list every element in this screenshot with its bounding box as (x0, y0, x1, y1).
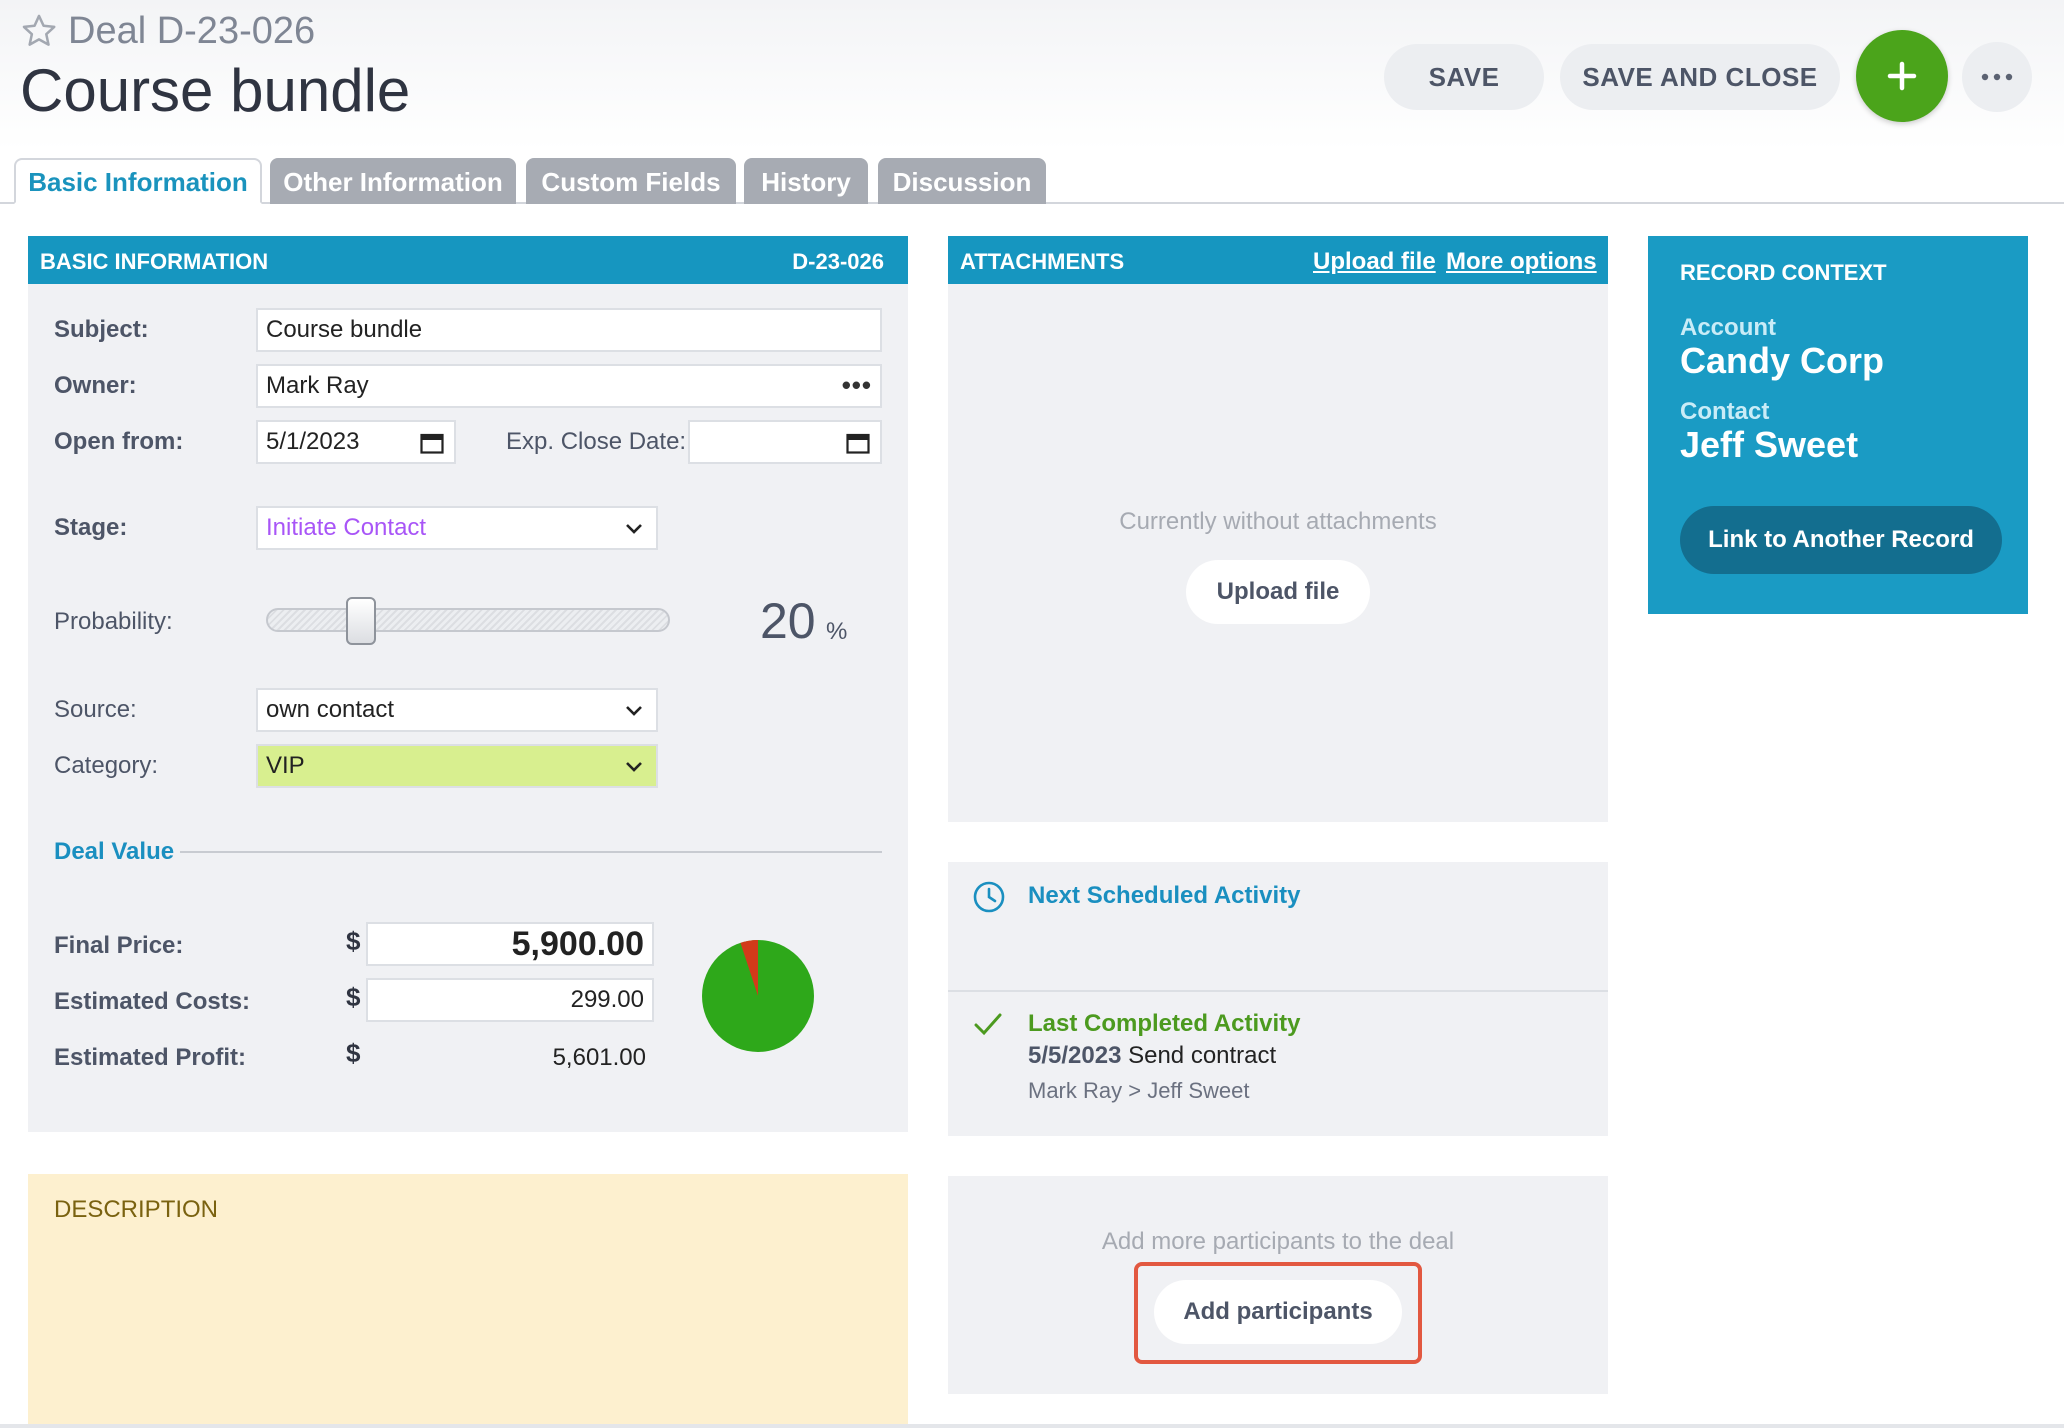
open-from-date-input[interactable]: 5/1/2023 (256, 420, 456, 464)
basic-information-header: BASIC INFORMATION D-23-026 (28, 236, 908, 284)
upload-file-button[interactable]: Upload file (1186, 560, 1370, 624)
panel-title: BASIC INFORMATION (40, 249, 269, 274)
attachments-header: ATTACHMENTS Upload file More options (948, 236, 1608, 284)
tab-basic-information[interactable]: Basic Information (14, 158, 262, 204)
probability-slider-handle[interactable] (345, 597, 376, 645)
add-button[interactable] (1856, 30, 1948, 122)
section-divider (180, 851, 882, 853)
description-heading: DESCRIPTION (54, 1196, 219, 1223)
chevron-down-icon (626, 706, 642, 716)
deal-value-heading: Deal Value (54, 838, 175, 865)
plus-icon (1887, 61, 1917, 91)
save-button[interactable]: SAVE (1384, 44, 1544, 110)
description-panel[interactable]: DESCRIPTION (28, 1174, 908, 1428)
save-and-close-button[interactable]: SAVE AND CLOSE (1560, 44, 1840, 110)
more-options-link[interactable]: More options (1446, 248, 1597, 276)
subject-input[interactable]: Course bundle (256, 308, 882, 352)
subject-label: Subject: (54, 316, 149, 343)
tab-custom-fields[interactable]: Custom Fields (526, 158, 736, 204)
probability-label: Probability: (54, 608, 173, 635)
upload-file-link[interactable]: Upload file (1313, 248, 1436, 276)
owner-value: Mark Ray (266, 372, 369, 399)
source-value: own contact (266, 696, 395, 723)
attachments-title: ATTACHMENTS (960, 249, 1125, 274)
last-activity-line[interactable]: 5/5/2023 Send contract (1028, 1042, 1276, 1070)
estimated-costs-input[interactable]: 299.00 (366, 978, 654, 1022)
stage-value: Initiate Contact (266, 514, 427, 541)
final-price-input[interactable]: 5,900.00 (366, 922, 654, 966)
checkmark-icon (974, 1013, 1002, 1036)
last-activity-date: 5/5/2023 (1028, 1042, 1122, 1069)
more-actions-button[interactable] (1962, 42, 2032, 112)
category-value: VIP (266, 752, 305, 779)
bottom-border (0, 1424, 2064, 1428)
deal-number: Deal D-23-026 (68, 10, 316, 52)
profit-pie-chart (702, 940, 814, 1052)
owner-picker-icon[interactable]: ••• (842, 366, 872, 404)
last-activity-subject: Send contract (1128, 1042, 1277, 1069)
star-icon[interactable] (20, 12, 58, 50)
open-from-label: Open from: (54, 428, 184, 455)
account-link[interactable]: Candy Corp (1680, 340, 1884, 382)
calendar-icon[interactable] (846, 432, 870, 454)
add-participants-hint: Add more participants to the deal (1101, 1228, 1455, 1255)
final-price-label: Final Price: (54, 932, 184, 959)
tab-other-information[interactable]: Other Information (270, 158, 516, 204)
link-to-another-record-button[interactable]: Link to Another Record (1680, 506, 2002, 574)
contact-link[interactable]: Jeff Sweet (1680, 424, 1858, 466)
probability-value: 20 (760, 593, 816, 649)
estimated-costs-label: Estimated Costs: (54, 988, 251, 1015)
exp-close-date-label: Exp. Close Date: (506, 428, 687, 455)
category-select[interactable]: VIP (256, 744, 658, 788)
stage-label: Stage: (54, 514, 128, 541)
record-id: D-23-026 (792, 249, 884, 274)
tab-history[interactable]: History (744, 158, 868, 204)
page-title: Course bundle (20, 57, 411, 124)
next-scheduled-activity-heading[interactable]: Next Scheduled Activity (1028, 882, 1301, 910)
chevron-down-icon (626, 762, 642, 772)
final-price-value: 5,900.00 (511, 925, 644, 963)
deal-record-page: Deal D-23-026 Course bundle SAVE SAVE AN… (0, 0, 2064, 1428)
activity-divider (948, 990, 1608, 992)
highlight-outline (1134, 1262, 1422, 1364)
estimated-profit-label: Estimated Profit: (54, 1044, 247, 1071)
owner-label: Owner: (54, 372, 137, 399)
chevron-down-icon (626, 524, 642, 534)
clock-icon (973, 881, 1005, 913)
stage-select[interactable]: Initiate Contact (256, 506, 658, 550)
calendar-icon[interactable] (420, 432, 444, 454)
subject-value: Course bundle (266, 316, 423, 343)
estimated-costs-value: 299.00 (570, 986, 644, 1013)
estimated-profit-value: 5,601.00 (552, 1044, 646, 1071)
currency-symbol: $ (346, 1038, 361, 1068)
account-label: Account (1680, 314, 1776, 341)
open-from-value: 5/1/2023 (266, 428, 360, 455)
contact-label: Contact (1680, 398, 1770, 425)
probability-unit: % (826, 618, 848, 645)
attachments-panel: ATTACHMENTS Upload file More options Cur… (948, 236, 1608, 822)
owner-input[interactable]: Mark Ray ••• (256, 364, 882, 408)
currency-symbol: $ (346, 982, 361, 1012)
source-select[interactable]: own contact (256, 688, 658, 732)
ellipsis-icon (1981, 73, 2013, 81)
category-label: Category: (54, 752, 159, 779)
activities-panel: Next Scheduled Activity Last Completed A… (948, 862, 1608, 1136)
no-attachments-text: Currently without attachments (1119, 508, 1437, 535)
exp-close-date-input[interactable] (688, 420, 882, 464)
record-context-heading: RECORD CONTEXT (1680, 260, 1887, 285)
currency-symbol: $ (346, 926, 361, 956)
probability-slider-track[interactable] (266, 608, 670, 632)
tab-discussion[interactable]: Discussion (878, 158, 1046, 204)
record-context-panel: RECORD CONTEXT Account Candy Corp Contac… (1648, 236, 2028, 614)
source-label: Source: (54, 696, 137, 723)
last-activity-participants: Mark Ray > Jeff Sweet (1028, 1078, 1250, 1103)
last-completed-activity-heading[interactable]: Last Completed Activity (1028, 1010, 1301, 1038)
